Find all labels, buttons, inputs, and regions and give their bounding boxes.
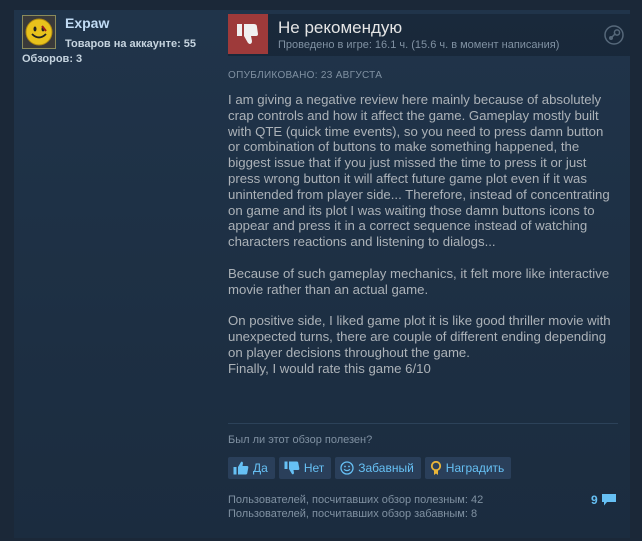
yes-button[interactable]: Да (228, 457, 275, 479)
funny-count: Пользователей, посчитавших обзор забавны… (228, 508, 478, 520)
funny-label: Забавный (358, 461, 414, 475)
comments-link[interactable]: 9 (591, 493, 617, 507)
review-paragraph: Finally, I would rate this game 6/10 (228, 360, 431, 376)
thumbs-down-icon (237, 24, 258, 44)
review-paragraph: On positive side, I liked game plot it i… (228, 313, 611, 360)
award-icon (430, 460, 441, 475)
thumbs-up-icon (233, 461, 249, 475)
award-button[interactable]: Наградить (424, 457, 512, 479)
review-body: I am giving a negative review here mainl… (228, 92, 618, 376)
review-stats: Пользователей, посчитавших обзор полезны… (228, 493, 483, 521)
verdict-title[interactable]: Не рекомендую (278, 18, 402, 38)
helpful-question: Был ли этот обзор полезен? (228, 434, 373, 446)
verdict-badge (228, 14, 268, 54)
smiley-face-icon (25, 18, 53, 46)
review-paragraph: Because of such gameplay mechanics, it f… (228, 265, 610, 297)
reviews-count[interactable]: Обзоров: 3 (22, 53, 82, 65)
feedback-buttons: Да Нет Забавный Наградить (228, 457, 512, 479)
no-label: Нет (303, 461, 325, 475)
hours-played: Проведено в игре: 16.1 ч. (15.6 ч. в мом… (278, 39, 560, 51)
author-name[interactable]: Expaw (65, 15, 109, 31)
review-header: Не рекомендую Проведено в игре: 16.1 ч. … (228, 14, 630, 56)
comments-count: 9 (591, 493, 598, 507)
no-button[interactable]: Нет (278, 457, 332, 479)
award-label: Наградить (445, 461, 505, 475)
helpful-count: Пользователей, посчитавших обзор полезны… (228, 494, 484, 506)
thumbs-down-icon (284, 461, 300, 475)
review-paragraph: I am giving a negative review here mainl… (228, 92, 610, 250)
smiley-icon (340, 461, 354, 475)
steam-icon (604, 25, 624, 50)
avatar[interactable] (22, 15, 56, 49)
divider (228, 423, 618, 424)
comment-icon (601, 494, 616, 506)
funny-button[interactable]: Забавный (335, 457, 421, 479)
products-count[interactable]: Товаров на аккаунте: 55 (65, 38, 196, 50)
yes-label: Да (253, 461, 268, 475)
posted-date: ОПУБЛИКОВАНО: 23 АВГУСТА (228, 70, 383, 81)
